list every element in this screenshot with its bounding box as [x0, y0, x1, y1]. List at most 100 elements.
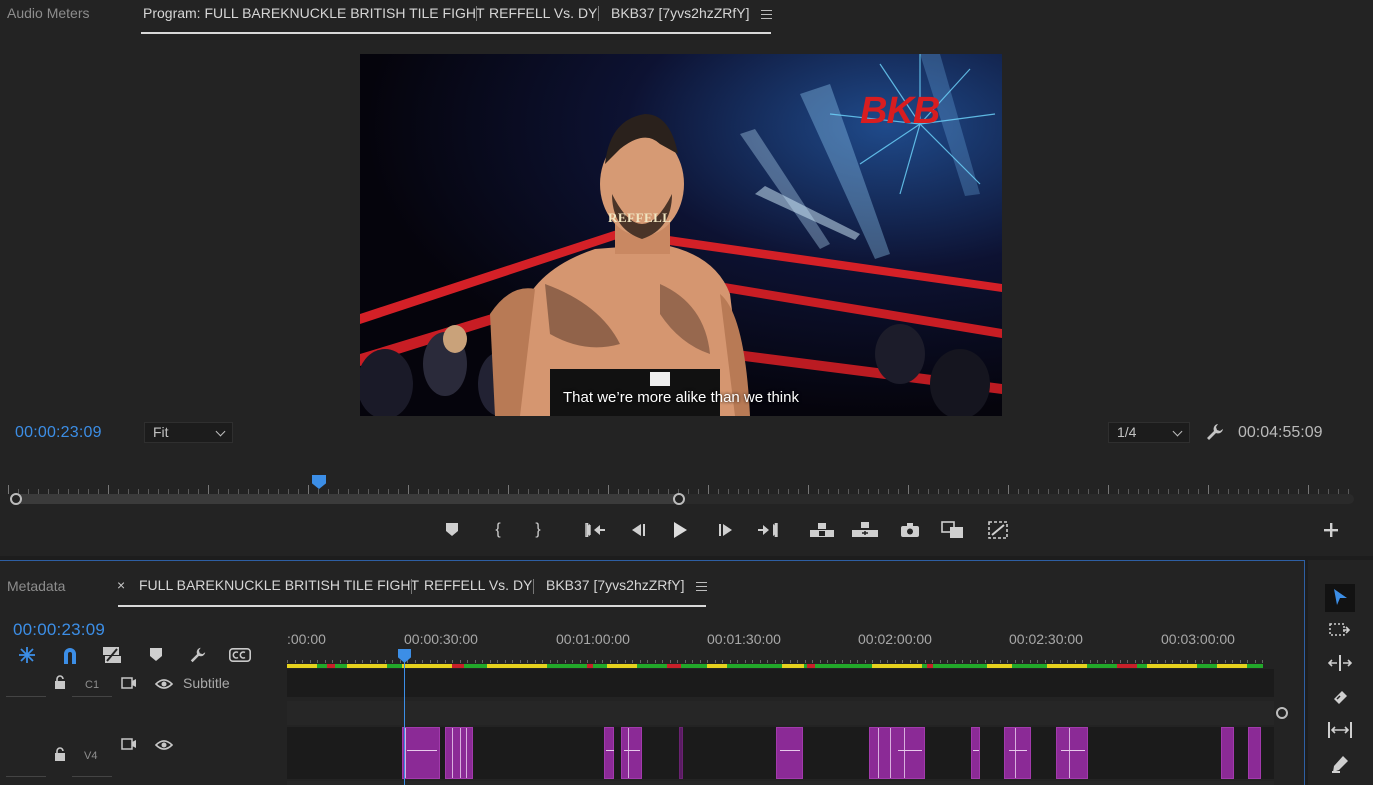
toggle-proxies-button[interactable] — [985, 518, 1011, 542]
extract-button[interactable] — [852, 518, 878, 542]
toggle-visibility-eye-icon[interactable] — [154, 738, 174, 754]
monitor-zoom-scroll-thumb[interactable] — [10, 493, 685, 505]
track-output-icon[interactable] — [121, 676, 137, 692]
wrench-settings-icon[interactable] — [1205, 422, 1225, 445]
tab-metadata[interactable]: Metadata — [7, 578, 65, 594]
panel-menu-icon[interactable] — [761, 10, 772, 19]
ruler-tick — [572, 660, 573, 663]
go-to-in-button[interactable] — [582, 518, 608, 542]
video-clip[interactable] — [869, 727, 925, 779]
ruler-tick — [879, 660, 881, 663]
step-back-button[interactable] — [625, 518, 651, 542]
video-clip[interactable] — [604, 727, 614, 779]
track-header-c1[interactable]: C1 Subtitle — [0, 669, 286, 699]
tab-sequence-bkb37[interactable]: BKB37 [7yvs2hzZRfY] — [546, 577, 685, 593]
ruler-tick — [534, 660, 536, 663]
close-tab-icon[interactable]: × — [117, 577, 125, 593]
video-clip[interactable] — [1004, 727, 1031, 779]
ruler-tick — [1164, 660, 1166, 663]
ruler-tick — [1022, 660, 1023, 663]
timeline-time-ruler[interactable] — [287, 653, 1263, 663]
zoom-level-select[interactable]: Fit — [144, 422, 233, 443]
tab-sequence-reffell[interactable]: REFFELL Vs. DY — [489, 5, 597, 21]
track-lane-v4[interactable] — [287, 727, 1274, 779]
comparison-view-button[interactable] — [940, 518, 966, 542]
video-clip[interactable] — [402, 727, 440, 779]
tab-sequence-full-bareknuckle[interactable]: FULL BAREKNUCKLE BRITISH TILE FIGHT — [139, 577, 419, 593]
video-clip[interactable] — [679, 727, 683, 779]
track-lane-v3[interactable] — [287, 781, 1274, 785]
monitor-zoom-scrollbar[interactable] — [10, 493, 1354, 505]
go-to-out-button[interactable] — [755, 518, 781, 542]
comparison-view-icon — [941, 521, 965, 539]
tab-program-monitor[interactable]: Program: FULL BAREKNUCKLE BRITISH TILE F… — [143, 5, 485, 21]
program-video-frame[interactable]: REFFELL BKB That we’re more alike than w… — [360, 54, 1002, 416]
linked-selection-icon[interactable] — [101, 645, 123, 665]
panel-menu-icon[interactable] — [696, 582, 707, 591]
add-marker-button[interactable] — [439, 518, 465, 542]
step-back-icon — [630, 523, 646, 537]
track-output-icon[interactable] — [121, 737, 137, 753]
ruler-tick — [542, 660, 543, 663]
razor-tool-button[interactable] — [1325, 684, 1355, 712]
video-clip[interactable] — [971, 727, 980, 779]
ruler-tick — [437, 660, 438, 663]
ruler-tick — [894, 660, 896, 663]
active-tab-underline — [118, 605, 706, 607]
tab-audio-meters[interactable]: Audio Meters — [7, 5, 89, 21]
ruler-tick — [497, 660, 498, 663]
track-select-tool-button[interactable] — [1325, 617, 1355, 645]
add-marker-icon[interactable] — [145, 645, 167, 665]
slip-tool-icon — [1327, 721, 1353, 741]
video-clip[interactable] — [1248, 727, 1261, 779]
lock-track-icon[interactable] — [54, 675, 66, 692]
video-clip[interactable] — [776, 727, 803, 779]
scroll-handle-left[interactable] — [10, 493, 22, 505]
selection-tool-button[interactable] — [1325, 584, 1355, 612]
ruler-tick — [984, 660, 986, 663]
ruler-tick — [804, 660, 806, 663]
tab-sequence-bkb37[interactable]: BKB37 [7yvs2hzZRfY] — [611, 5, 750, 21]
scroll-handle-right[interactable] — [673, 493, 685, 505]
video-clip[interactable] — [621, 727, 642, 779]
track-lane-empty[interactable] — [287, 701, 1274, 725]
ripple-edit-tool-icon — [1327, 654, 1353, 674]
snap-magnet-icon[interactable] — [59, 645, 81, 665]
lift-button[interactable] — [809, 518, 835, 542]
ruler-tick — [474, 660, 476, 663]
lock-track-icon[interactable] — [54, 747, 66, 764]
video-clip[interactable] — [1056, 727, 1088, 779]
ruler-tick — [339, 660, 341, 663]
tab-sequence-reffell[interactable]: REFFELL Vs. DY — [424, 577, 532, 593]
timeline-playhead-timecode[interactable]: 00:00:23:09 — [13, 620, 105, 640]
pen-tool-button[interactable] — [1325, 751, 1355, 779]
export-frame-button[interactable] — [897, 518, 923, 542]
timeline-settings-wrench-icon[interactable] — [187, 645, 209, 665]
mark-in-button[interactable]: { — [485, 518, 511, 542]
monitor-time-ruler[interactable] — [8, 478, 1354, 494]
video-clip[interactable] — [445, 727, 473, 779]
play-button[interactable] — [667, 518, 693, 542]
playback-resolution-select[interactable]: 1/4 — [1108, 422, 1190, 443]
render-bar-segment — [667, 664, 681, 668]
track-lane-c1[interactable] — [287, 669, 1274, 697]
ripple-edit-tool-button[interactable] — [1325, 650, 1355, 678]
captions-cc-icon[interactable] — [229, 645, 251, 665]
ruler-tick — [549, 660, 551, 663]
ruler-tick — [1239, 660, 1241, 663]
vertical-zoom-handle[interactable] — [1276, 707, 1288, 719]
step-forward-button[interactable] — [713, 518, 739, 542]
ruler-tick — [954, 660, 956, 663]
track-select-tool-icon — [1329, 622, 1351, 641]
button-editor-add-button[interactable] — [1318, 518, 1344, 542]
nest-sequence-icon[interactable] — [16, 645, 38, 665]
mark-out-button[interactable]: } — [525, 518, 551, 542]
ruler-tick — [1082, 660, 1083, 663]
video-clip[interactable] — [1221, 727, 1234, 779]
ruler-tick — [842, 660, 843, 663]
slip-tool-button[interactable] — [1325, 717, 1355, 745]
track-header-v4[interactable]: V4 — [0, 727, 286, 779]
toggle-visibility-eye-icon[interactable] — [154, 677, 174, 693]
ruler-tick — [1157, 660, 1158, 663]
playhead-timecode[interactable]: 00:00:23:09 — [15, 424, 102, 442]
